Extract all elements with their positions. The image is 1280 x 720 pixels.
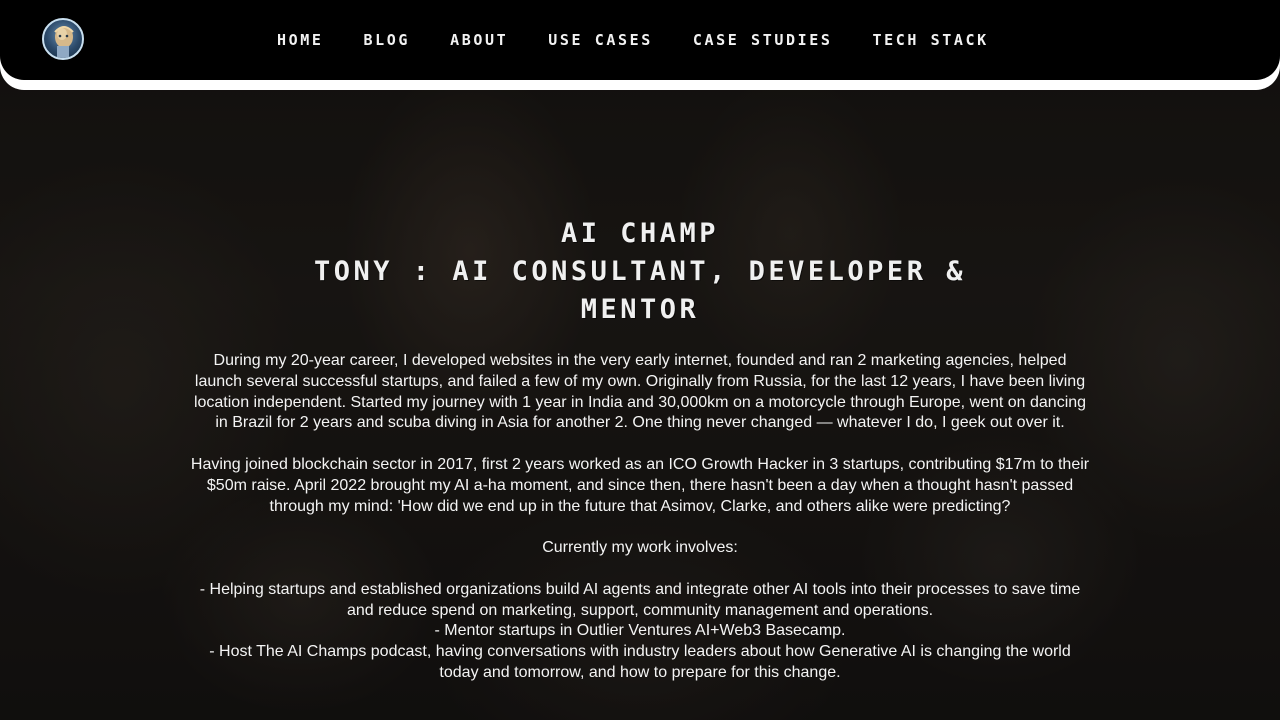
robot-head-icon — [54, 26, 74, 58]
page-subtitle: TONY : AI CONSULTANT, DEVELOPER & MENTOR — [314, 256, 966, 325]
top-navbar: HOME BLOG ABOUT USE CASES CASE STUDIES T… — [0, 0, 1280, 80]
nav-use-cases[interactable]: USE CASES — [548, 31, 653, 49]
work-item-agents: - Helping startups and established organ… — [199, 580, 1081, 619]
bio-paragraph-blockchain: Having joined blockchain sector in 2017,… — [190, 455, 1090, 515]
page: HOME BLOG ABOUT USE CASES CASE STUDIES T… — [0, 0, 1280, 720]
bio-text: During my 20-year career, I developed we… — [190, 351, 1090, 684]
page-title: AI CHAMP — [560, 218, 720, 249]
nav-about[interactable]: ABOUT — [450, 31, 508, 49]
nav-blog[interactable]: BLOG — [364, 31, 411, 49]
nav-tech-stack[interactable]: TECH STACK — [872, 31, 988, 49]
main-nav: HOME BLOG ABOUT USE CASES CASE STUDIES T… — [277, 0, 1029, 80]
hero-content: AI CHAMP TONY : AI CONSULTANT, DEVELOPER… — [0, 215, 1280, 684]
work-intro: Currently my work involves: — [542, 539, 738, 557]
nav-case-studies[interactable]: CASE STUDIES — [693, 31, 833, 49]
work-item-mentor: - Mentor startups in Outlier Ventures AI… — [434, 622, 846, 640]
nav-home[interactable]: HOME — [277, 31, 324, 49]
site-logo[interactable] — [42, 18, 84, 60]
bio-paragraph-career: During my 20-year career, I developed we… — [193, 352, 1087, 432]
work-item-podcast: - Host The AI Champs podcast, having con… — [209, 643, 1071, 681]
